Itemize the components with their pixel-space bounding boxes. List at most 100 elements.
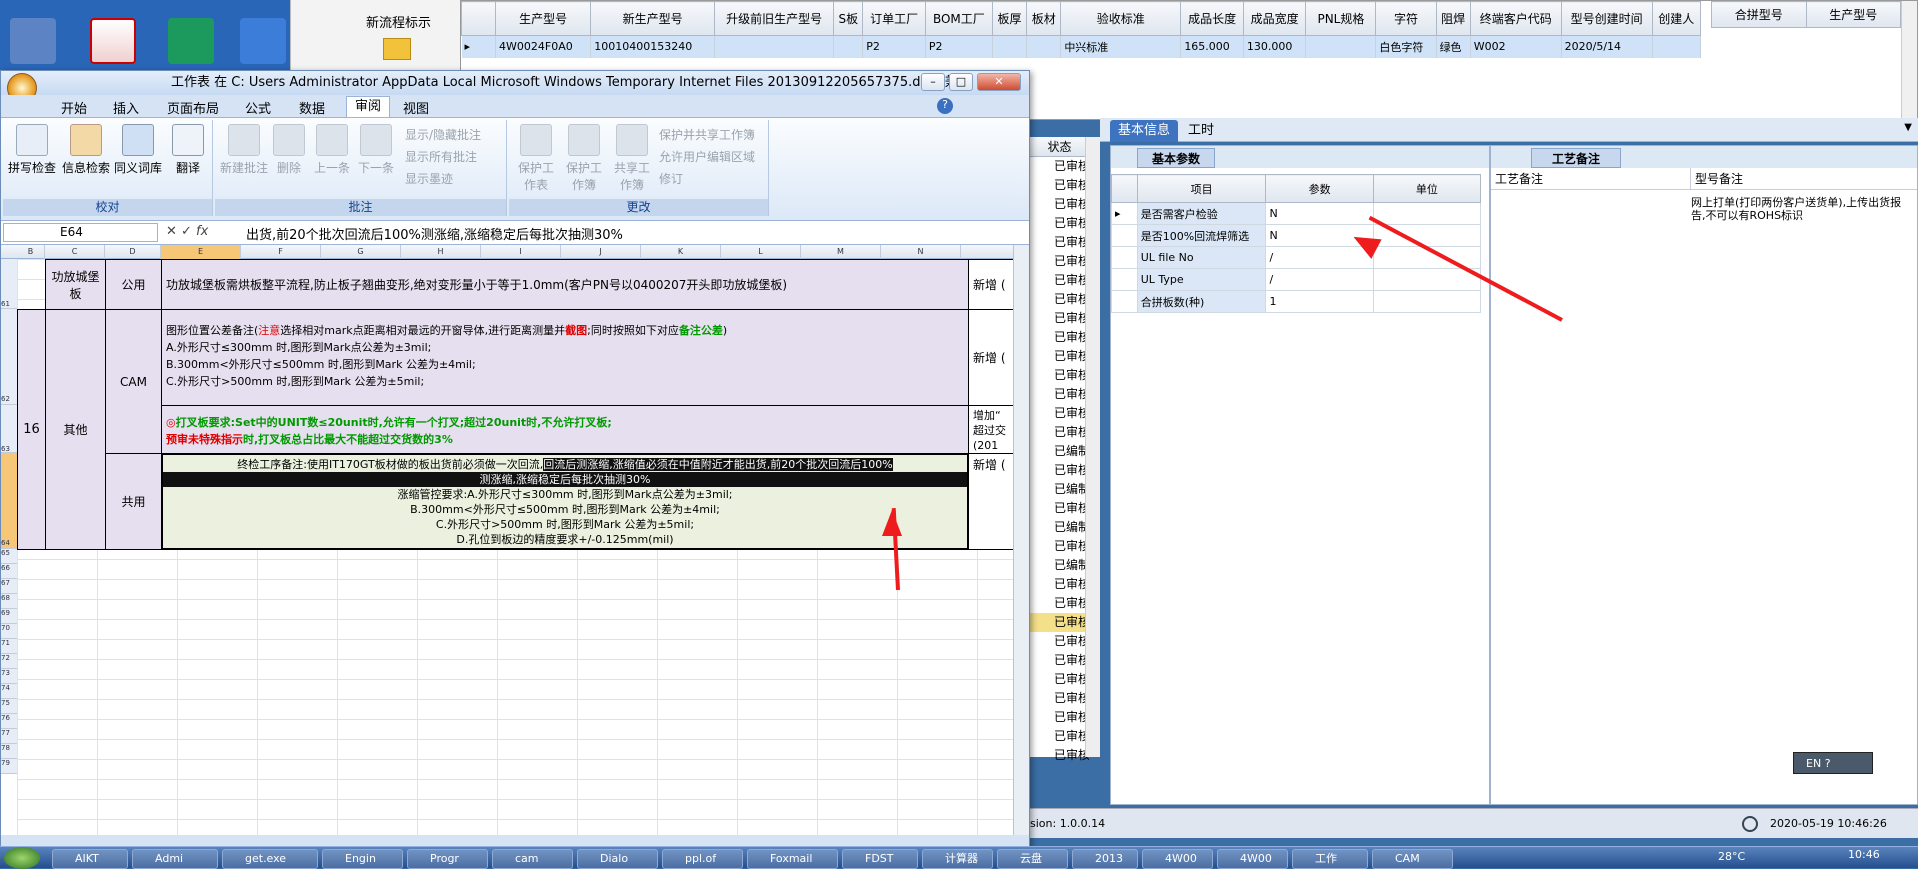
cell[interactable]: 中兴标准 — [1060, 35, 1182, 58]
row-header[interactable]: 73 — [1, 669, 17, 684]
status-item[interactable]: 已审核 — [1030, 594, 1089, 613]
table-row[interactable]: 是否100%回流焊筛选 N — [1111, 224, 1482, 247]
row-header[interactable]: 68 — [1, 594, 17, 609]
help-icon[interactable]: ? — [937, 98, 953, 114]
desktop-network-icon[interactable] — [10, 18, 56, 64]
status-item[interactable]: 已编制 — [1030, 556, 1089, 575]
cell-a62[interactable]: 16 — [17, 309, 46, 550]
cell[interactable]: 130.000 — [1243, 35, 1307, 58]
fx-icon[interactable]: ✕ ✓ fx — [166, 224, 208, 239]
excel-titlebar[interactable]: 工作表 在 C: Users Administrator AppData Loc… — [1, 71, 1029, 103]
cell[interactable]: W002 — [1470, 35, 1562, 58]
status-item[interactable]: 已审核 — [1030, 290, 1089, 309]
row-header[interactable]: 72 — [1, 654, 17, 669]
col-header[interactable]: 新生产型号 — [590, 1, 716, 36]
cell-n64[interactable]: 新增 ( — [968, 453, 1016, 550]
row-header[interactable]: 79 — [1, 759, 17, 774]
taskbar-button[interactable]: Engin — [322, 849, 403, 869]
cell-b61[interactable]: 功放城堡板 — [45, 259, 106, 310]
status-item[interactable]: 已审核 — [1030, 708, 1089, 727]
taskbar-button[interactable]: 云盘 — [997, 849, 1068, 869]
status-item[interactable]: 已审核 — [1030, 461, 1089, 480]
col-header[interactable]: 参数 — [1265, 174, 1374, 203]
cell[interactable]: 2020/5/14 — [1561, 35, 1653, 58]
row-header[interactable]: 61 — [1, 259, 17, 309]
row-header[interactable]: 65 — [1, 549, 17, 564]
column-header[interactable]: L — [721, 245, 801, 259]
col-header[interactable]: 创建人 — [1651, 1, 1701, 36]
status-item[interactable]: 已编制 — [1030, 480, 1089, 499]
row-header[interactable]: 74 — [1, 684, 17, 699]
col-header[interactable]: 升级前旧生产型号 — [714, 1, 835, 36]
cell[interactable]: 10010400153240 — [590, 35, 716, 58]
status-item[interactable]: 已审核 — [1030, 651, 1089, 670]
col-header[interactable]: 阻焊 — [1435, 1, 1471, 36]
status-item[interactable]: 已审核 — [1030, 195, 1089, 214]
folder-icon[interactable] — [383, 38, 411, 60]
taskbar-button[interactable]: Foxmail — [747, 849, 838, 869]
col-header[interactable]: 成品宽度 — [1242, 1, 1307, 36]
col-header[interactable]: 生产型号 — [1805, 1, 1901, 28]
row-header[interactable]: 78 — [1, 744, 17, 759]
column-header[interactable]: N — [881, 245, 961, 259]
status-header[interactable]: 状态 — [1030, 137, 1089, 157]
row-header[interactable]: 63 — [1, 405, 17, 453]
chevron-down-icon[interactable]: ▼ — [1904, 122, 1912, 133]
vertical-scrollbar[interactable] — [1901, 1, 1917, 119]
status-item[interactable]: 已审核 — [1030, 613, 1089, 632]
status-item[interactable]: 已审核 — [1030, 746, 1089, 765]
next-comment-button[interactable]: 下一条 — [355, 124, 397, 176]
cell[interactable] — [1305, 35, 1377, 58]
status-item[interactable]: 已审核 — [1030, 214, 1089, 233]
clock[interactable]: 10:46 — [1848, 848, 1880, 861]
col-header[interactable]: 项目 — [1136, 174, 1267, 203]
status-item[interactable]: 已审核 — [1030, 404, 1089, 423]
col-header[interactable]: BOM工厂 — [924, 1, 993, 36]
cell[interactable] — [833, 35, 864, 58]
weather-temp[interactable]: 28°C — [1718, 850, 1745, 863]
cell[interactable] — [1652, 35, 1701, 58]
column-header[interactable]: H — [401, 245, 481, 259]
taskbar-button[interactable]: ppl.of — [662, 849, 743, 869]
tab-work-hours[interactable]: 工时 — [1180, 120, 1222, 142]
column-header[interactable]: G — [321, 245, 401, 259]
cell[interactable]: P2 — [925, 35, 993, 58]
row-header[interactable]: 67 — [1, 579, 17, 594]
formula-input[interactable]: 出货,前20个批次回流后100%测涨缩,涨缩稳定后每批次抽测30% — [246, 224, 623, 243]
cell-e63[interactable]: ◎打叉板要求:Set中的UNIT数≤20unit时,允许有一个打叉;超过20un… — [161, 405, 969, 454]
table-row[interactable]: ▸ 是否需客户检验 N — [1111, 202, 1482, 225]
cell-c62[interactable]: CAM — [105, 309, 162, 454]
taskbar-button[interactable]: Dialo — [577, 849, 658, 869]
translate-button[interactable]: 翻译 — [163, 124, 213, 176]
row-header[interactable]: 64 — [1, 453, 17, 549]
cell-n61[interactable]: 新增 ( — [968, 259, 1016, 310]
status-scrollbar[interactable] — [1085, 137, 1100, 757]
cell-e61[interactable]: 功放城堡板需烘板整平流程,防止板子翘曲变形,绝对变形量小于等于1.0mm(客户P… — [161, 259, 969, 310]
tab-insert[interactable]: 插入 — [113, 98, 139, 117]
taskbar-button[interactable]: Progr — [407, 849, 488, 869]
name-box[interactable]: E64 — [3, 223, 158, 242]
taskbar-button[interactable]: CAM — [1372, 849, 1453, 869]
status-item[interactable]: 已审核 — [1030, 176, 1089, 195]
start-button[interactable] — [4, 847, 40, 869]
cell-b62[interactable]: 其他 — [45, 309, 106, 550]
model-remark-text[interactable]: 网上打单(打印两份客户送货单),上传出货报告,不可以有ROHS标识 — [1691, 196, 1911, 222]
taskbar-button[interactable]: get.exe — [222, 849, 318, 869]
taskbar-button[interactable]: 工作 — [1292, 849, 1368, 869]
taskbar-button[interactable]: cam — [492, 849, 573, 869]
language-bar[interactable]: EN ? — [1793, 752, 1873, 774]
status-item[interactable]: 已审核 — [1030, 252, 1089, 271]
cell[interactable]: 白色字符 — [1375, 35, 1437, 58]
col-header[interactable]: 终端客户代码 — [1469, 1, 1562, 36]
param-unit[interactable] — [1372, 202, 1482, 225]
spell-check-button[interactable]: 拼写检查 — [7, 124, 57, 176]
status-item[interactable]: 已审核 — [1030, 328, 1089, 347]
status-item[interactable]: 已审核 — [1030, 727, 1089, 746]
maximize-button[interactable]: □ — [949, 73, 973, 91]
column-header[interactable]: J — [561, 245, 641, 259]
tab-view[interactable]: 视图 — [403, 98, 429, 117]
status-item[interactable]: 已审核 — [1030, 366, 1089, 385]
col-header[interactable]: 板材 — [1026, 1, 1062, 36]
research-button[interactable]: 信息检索 — [61, 124, 111, 176]
taskbar-button[interactable]: 4W00 — [1217, 849, 1288, 869]
